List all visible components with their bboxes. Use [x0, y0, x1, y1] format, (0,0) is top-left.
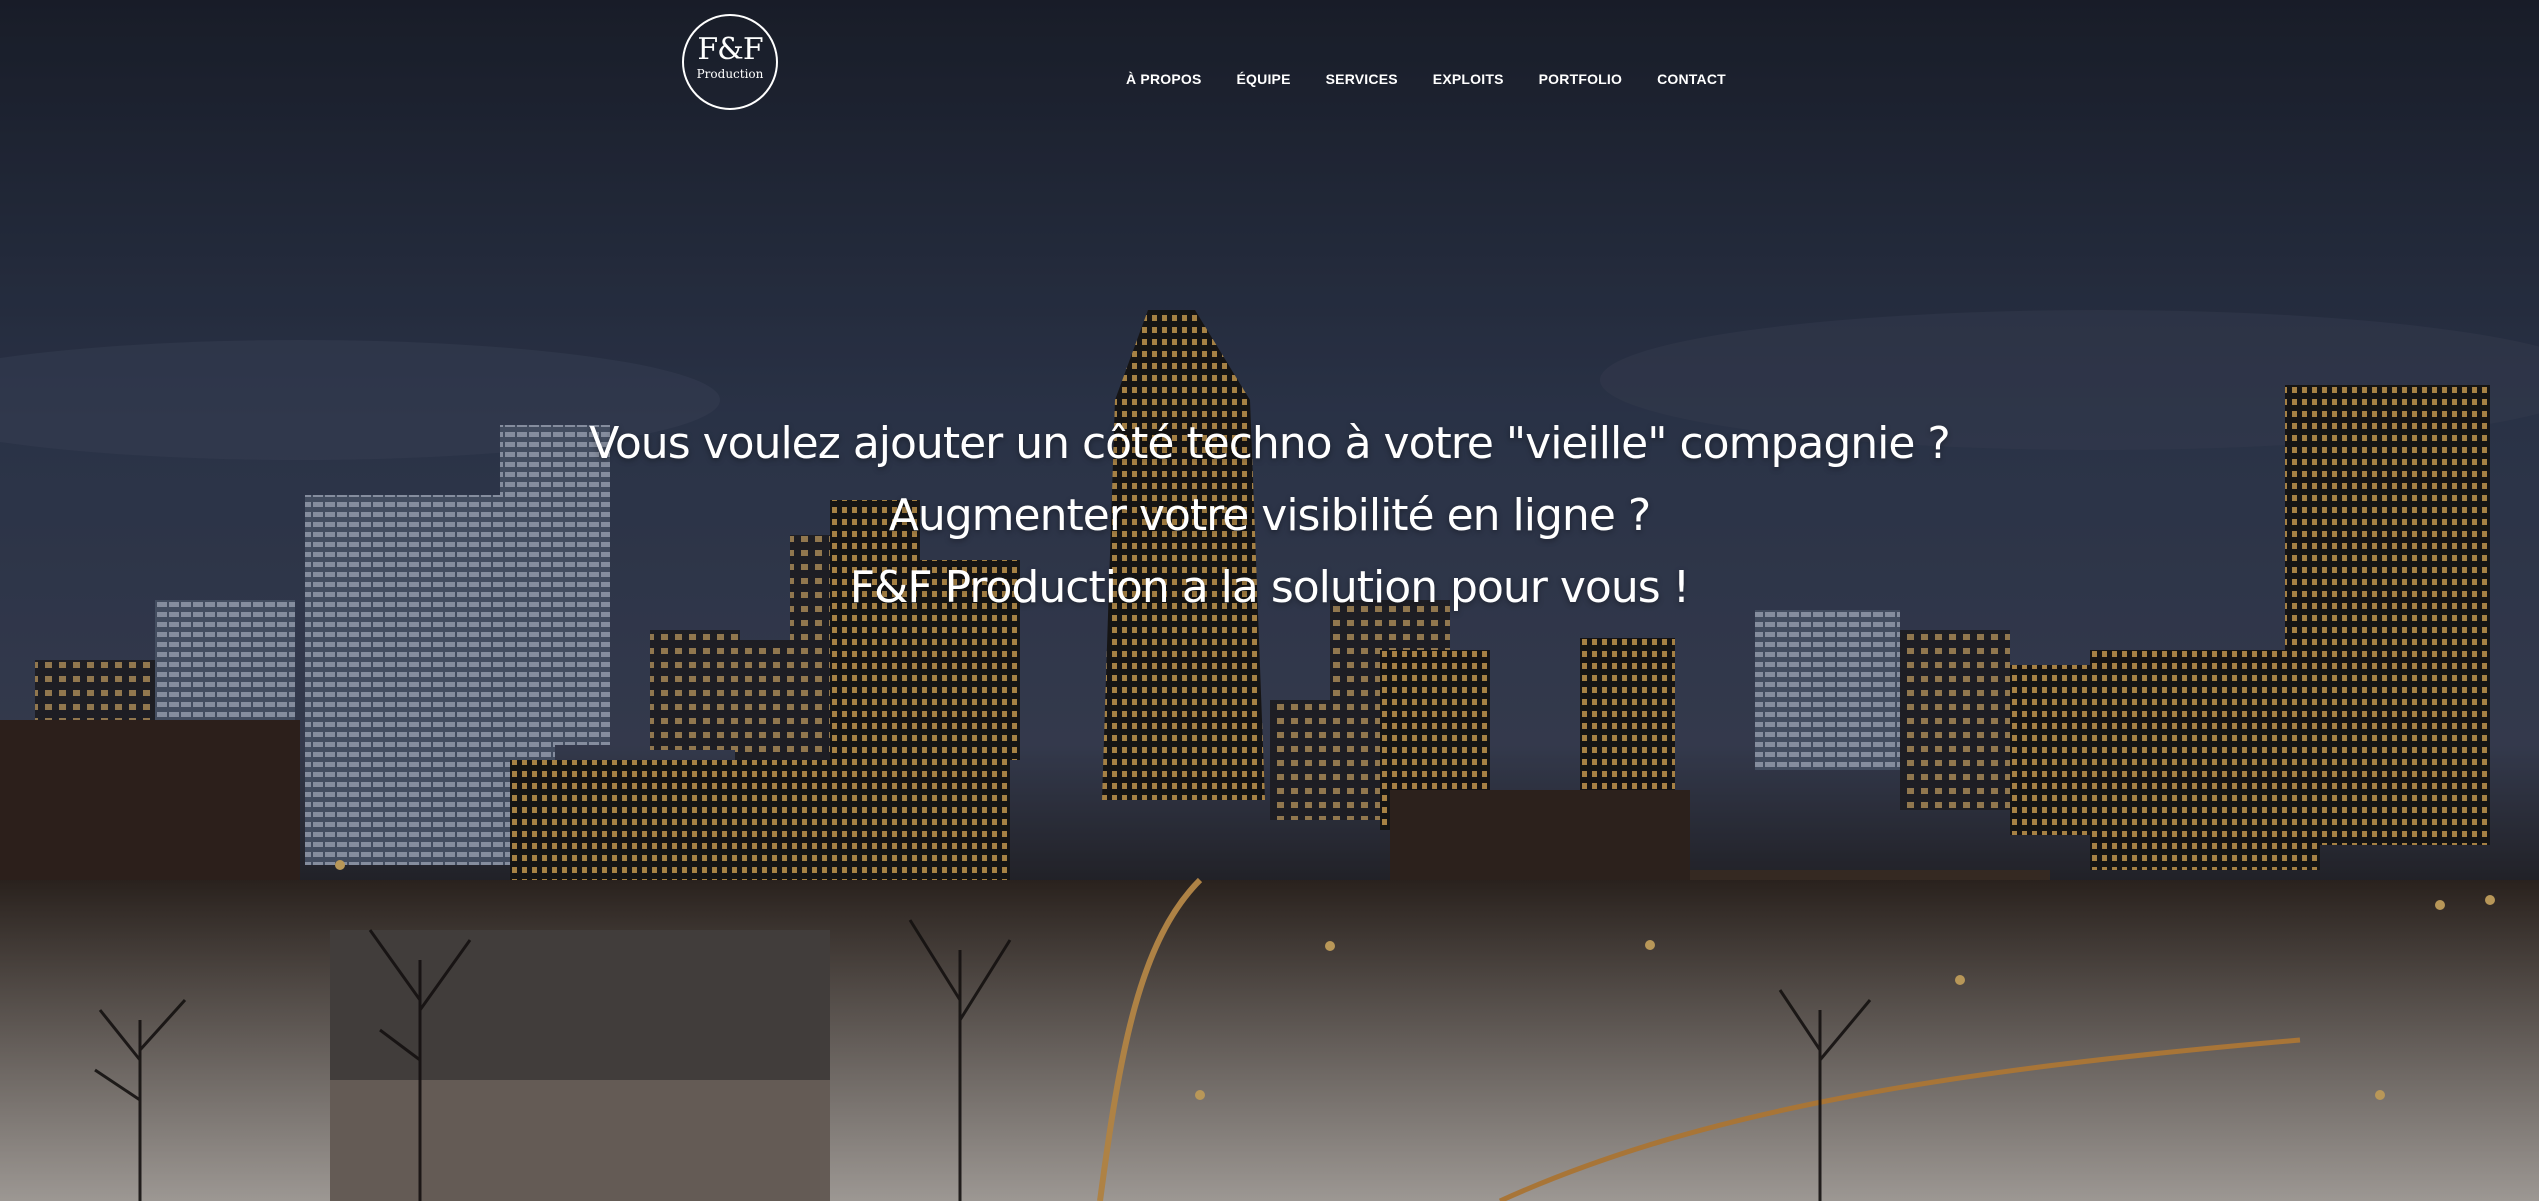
nav-item-exploits[interactable]: EXPLOITS: [1433, 71, 1504, 87]
nav-item-a-propos[interactable]: À PROPOS: [1126, 71, 1202, 87]
nav-item-contact[interactable]: CONTACT: [1657, 71, 1726, 87]
logo-mark: F&F: [697, 32, 763, 67]
hero-line-1: Vous voulez ajouter un côté techno à vot…: [589, 418, 1951, 469]
nav-item-equipe[interactable]: ÉQUIPE: [1237, 71, 1291, 87]
logo-subtitle: Production: [696, 67, 764, 81]
hero-section: F&F Production À PROPOS ÉQUIPE SERVICES …: [0, 0, 2539, 1201]
site-logo[interactable]: F&F Production: [682, 14, 778, 110]
hero-line-3: F&F Production a la solution pour vous !: [849, 562, 1691, 613]
main-nav: À PROPOS ÉQUIPE SERVICES EXPLOITS PORTFO…: [1126, 71, 1761, 87]
nav-item-services[interactable]: SERVICES: [1326, 71, 1398, 87]
hero-headline: Vous voulez ajouter un côté techno à vot…: [0, 408, 2539, 624]
site-header: F&F Production À PROPOS ÉQUIPE SERVICES …: [0, 0, 2539, 130]
nav-item-portfolio[interactable]: PORTFOLIO: [1539, 71, 1622, 87]
hero-line-2: Augmenter votre visibilité en ligne ?: [888, 490, 1651, 541]
